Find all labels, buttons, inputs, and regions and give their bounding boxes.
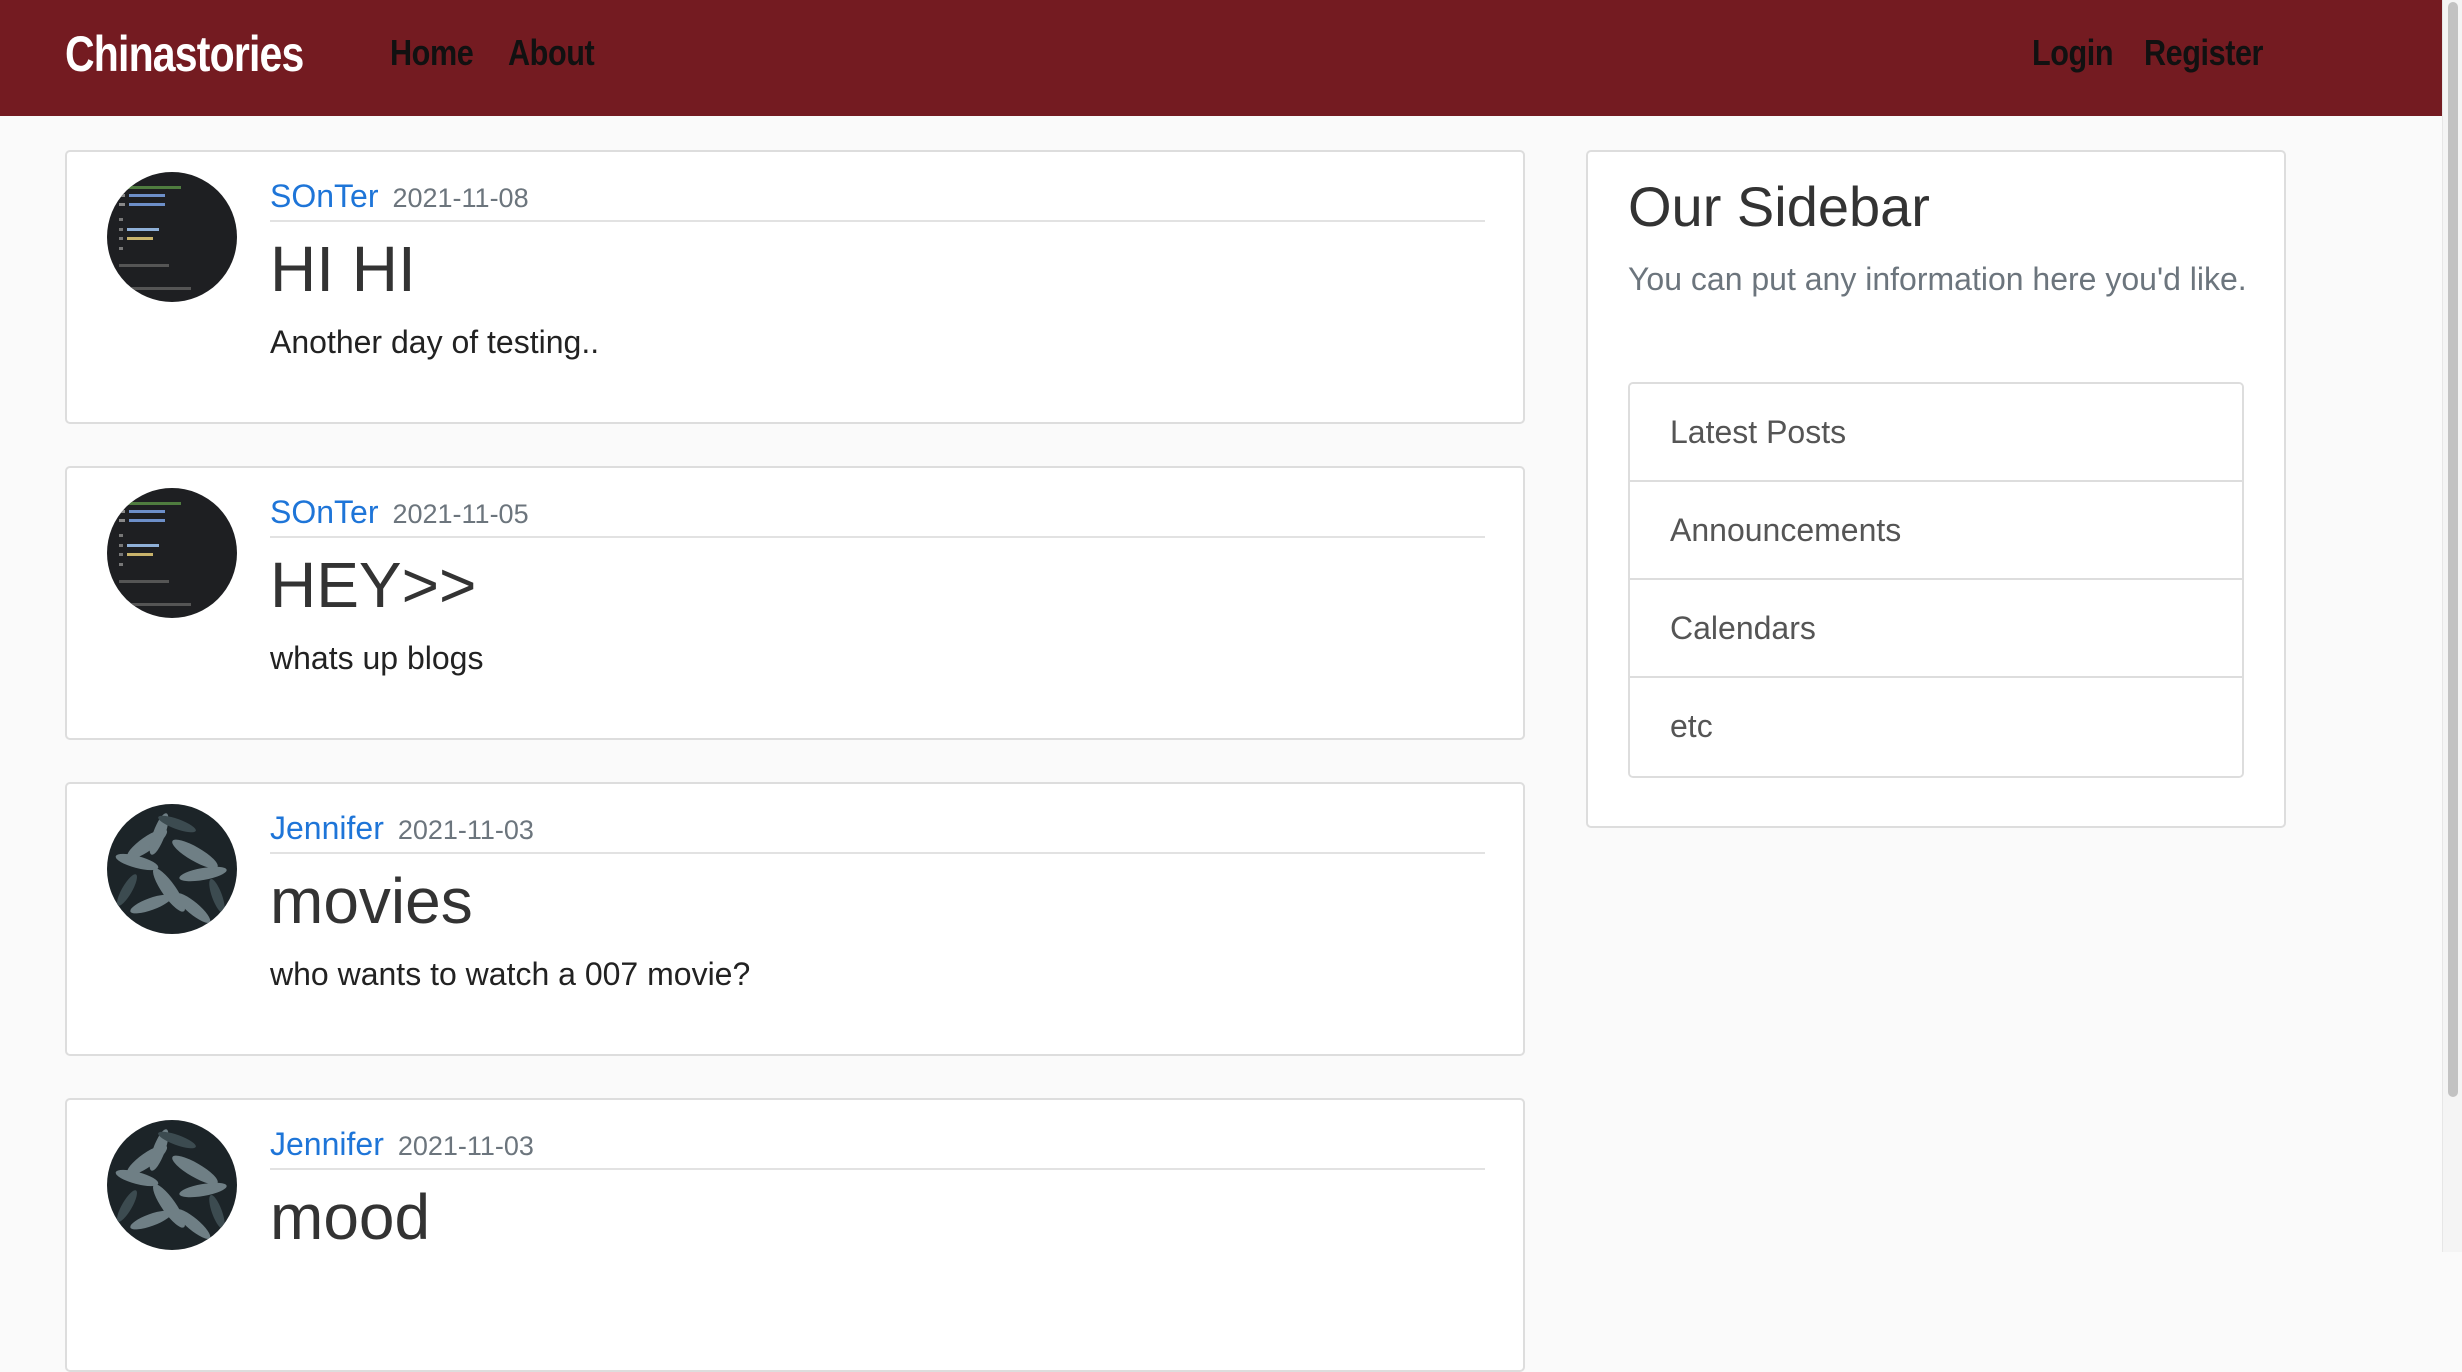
code-avatar-image [107,488,237,618]
post-meta: Jennifer 2021-11-03 [270,1126,1485,1170]
page-scrollbar[interactable] [2442,0,2462,1252]
sidebar-item-etc[interactable]: etc [1630,678,2242,776]
post-date: 2021-11-03 [397,815,534,845]
sidebar-item-announcements[interactable]: Announcements [1630,482,2242,580]
sidebar-description: You can put any information here you'd l… [1628,261,2247,297]
author-avatar [107,488,237,618]
nav-about-link[interactable]: About [508,32,595,74]
brand-link[interactable]: Chinastories [65,25,304,83]
leaves-avatar-image [107,1120,237,1250]
post-card: Jennifer 2021-11-03 movies who wants to w… [65,782,1525,1056]
leaves-avatar-image [107,804,237,934]
post-author-link[interactable]: SOnTer [270,178,378,214]
author-avatar [107,804,237,934]
post-date: 2021-11-08 [392,183,529,213]
post-meta: SOnTer 2021-11-05 [270,494,1485,538]
sidebar: Our Sidebar You can put any information … [1586,150,2286,828]
post-date: 2021-11-03 [397,1131,534,1161]
post-card: SOnTer 2021-11-08 HI HI Another day of te… [65,150,1525,424]
post-title[interactable]: HI HI [270,234,416,305]
author-avatar [107,172,237,302]
post-meta: SOnTer 2021-11-08 [270,178,1485,222]
post-title[interactable]: HEY>> [270,550,476,621]
post-author-link[interactable]: Jennifer [270,810,384,846]
sidebar-title: Our Sidebar [1628,175,1930,238]
post-title[interactable]: movies [270,866,473,937]
post-content: whats up blogs [270,640,484,676]
nav-register-link[interactable]: Register [2144,32,2263,74]
nav-home-link[interactable]: Home [390,32,474,74]
post-author-link[interactable]: SOnTer [270,494,378,530]
nav-login-link[interactable]: Login [2032,32,2114,74]
post-content: Another day of testing.. [270,324,600,360]
post-content: who wants to watch a 007 movie? [270,956,751,992]
sidebar-list: Latest Posts Announcements Calendars etc [1628,382,2244,778]
author-avatar [107,1120,237,1250]
post-meta: Jennifer 2021-11-03 [270,810,1485,854]
post-date: 2021-11-05 [392,499,529,529]
scrollbar-thumb[interactable] [2448,2,2458,1097]
post-author-link[interactable]: Jennifer [270,1126,384,1162]
top-navbar: Chinastories Home About Login Register [0,0,2442,116]
code-avatar-image [107,172,237,302]
post-title[interactable]: mood [270,1182,430,1253]
sidebar-item-latest-posts[interactable]: Latest Posts [1630,384,2242,482]
sidebar-item-calendars[interactable]: Calendars [1630,580,2242,678]
post-card: Jennifer 2021-11-03 mood [65,1098,1525,1372]
post-card: SOnTer 2021-11-05 HEY>> whats up blogs [65,466,1525,740]
